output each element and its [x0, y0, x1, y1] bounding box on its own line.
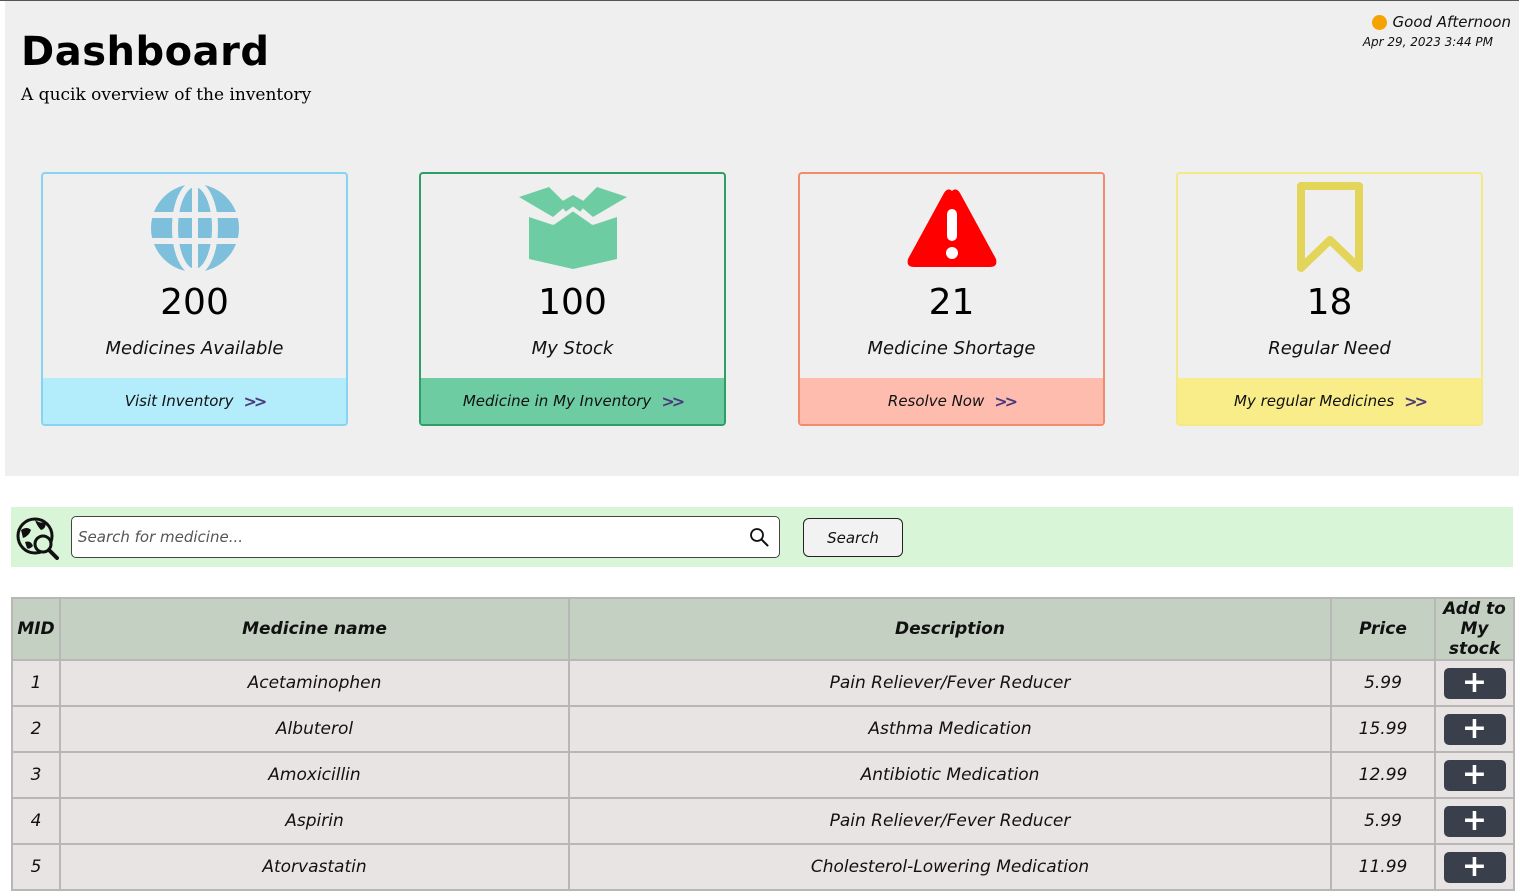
column-header-price: Price — [1330, 597, 1436, 661]
medicine-in-my-inventory-link[interactable]: Medicine in My Inventory >> — [421, 378, 724, 424]
cell-mid: 2 — [11, 705, 61, 753]
card-caption: Medicine Shortage — [867, 338, 1036, 359]
card-footer-label: Resolve Now — [887, 392, 985, 410]
table-row: 3 Amoxicillin Antibiotic Medication 12.9… — [11, 751, 1515, 799]
add-to-stock-button[interactable]: + — [1443, 667, 1506, 699]
cell-name: Amoxicillin — [59, 751, 570, 799]
box-icon — [518, 187, 627, 269]
dashboard-header: Dashboard A qucik overview of the invent… — [5, 1, 1519, 476]
column-header-add-line1: Add to — [1443, 599, 1506, 619]
medicine-table: MID Medicine name Description Price Add … — [11, 597, 1515, 891]
card-footer-label: Medicine in My Inventory — [462, 392, 652, 410]
cell-price: 5.99 — [1330, 797, 1436, 845]
current-datetime: Apr 29, 2023 3:44 PM — [1362, 35, 1493, 49]
card-caption: Regular Need — [1268, 338, 1391, 359]
card-count: 21 — [928, 282, 975, 323]
double-chevron-right-icon: >> — [243, 391, 267, 411]
page-title: Dashboard — [21, 29, 270, 75]
card-footer-label: Visit Inventory — [124, 392, 234, 410]
search-input[interactable] — [78, 517, 738, 557]
table-row: 1 Acetaminophen Pain Reliever/Fever Redu… — [11, 659, 1515, 707]
table-row: 5 Atorvastatin Cholesterol-Lowering Medi… — [11, 843, 1515, 891]
card-my-stock: 100 My Stock Medicine in My Inventory >> — [419, 172, 726, 426]
card-regular-need: 18 Regular Need My regular Medicines >> — [1176, 172, 1483, 426]
cell-mid: 4 — [11, 797, 61, 845]
card-count: 18 — [1306, 282, 1353, 323]
page-subtitle: A qucik overview of the inventory — [21, 85, 312, 105]
cell-price: 11.99 — [1330, 843, 1436, 891]
greeting-text: Good Afternoon — [1392, 13, 1511, 31]
my-regular-medicines-link[interactable]: My regular Medicines >> — [1178, 378, 1481, 424]
table-row: 2 Albuterol Asthma Medication 15.99 + — [11, 705, 1515, 753]
card-caption: My Stock — [531, 338, 614, 359]
cell-description: Pain Reliever/Fever Reducer — [568, 797, 1332, 845]
add-to-stock-button[interactable]: + — [1443, 805, 1506, 837]
double-chevron-right-icon: >> — [661, 391, 685, 411]
card-caption: Medicines Available — [105, 338, 284, 359]
cell-description: Antibiotic Medication — [568, 751, 1332, 799]
card-medicines-available: 200 Medicines Available Visit Inventory … — [41, 172, 348, 426]
cell-add: + — [1434, 843, 1515, 891]
visit-inventory-link[interactable]: Visit Inventory >> — [43, 378, 346, 424]
card-medicine-shortage: 21 Medicine Shortage Resolve Now >> — [798, 172, 1105, 426]
cell-name: Acetaminophen — [59, 659, 570, 707]
bookmark-icon — [1296, 182, 1363, 272]
cell-price: 12.99 — [1330, 751, 1436, 799]
cell-description: Asthma Medication — [568, 705, 1332, 753]
warning-icon — [907, 189, 996, 267]
table-row: 4 Aspirin Pain Reliever/Fever Reducer 5.… — [11, 797, 1515, 845]
column-header-mid: MID — [11, 597, 61, 661]
globe-icon — [149, 183, 240, 273]
search-button[interactable]: Search — [803, 518, 903, 557]
search-field — [71, 516, 780, 558]
resolve-now-link[interactable]: Resolve Now >> — [800, 378, 1103, 424]
cell-name: Aspirin — [59, 797, 570, 845]
cell-mid: 1 — [11, 659, 61, 707]
cell-add: + — [1434, 705, 1515, 753]
column-header-add: Add to My stock — [1434, 597, 1515, 661]
cell-description: Pain Reliever/Fever Reducer — [568, 659, 1332, 707]
search-icon[interactable] — [749, 527, 769, 547]
add-to-stock-button[interactable]: + — [1443, 759, 1506, 791]
double-chevron-right-icon: >> — [994, 391, 1018, 411]
add-to-stock-button[interactable]: + — [1443, 713, 1506, 745]
cell-price: 5.99 — [1330, 659, 1436, 707]
cell-add: + — [1434, 797, 1515, 845]
sun-icon — [1371, 14, 1387, 30]
card-footer-label: My regular Medicines — [1234, 392, 1395, 410]
cell-name: Atorvastatin — [59, 843, 570, 891]
cell-name: Albuterol — [59, 705, 570, 753]
double-chevron-right-icon: >> — [1404, 391, 1428, 411]
cell-add: + — [1434, 751, 1515, 799]
cell-add: + — [1434, 659, 1515, 707]
globe-search-icon — [16, 517, 59, 560]
card-count: 100 — [538, 282, 607, 323]
cell-mid: 3 — [11, 751, 61, 799]
column-header-add-line2: My stock — [1448, 619, 1501, 659]
table-header-row: MID Medicine name Description Price Add … — [11, 597, 1515, 661]
column-header-name: Medicine name — [59, 597, 570, 661]
search-bar: Search — [11, 507, 1513, 567]
cell-description: Cholesterol-Lowering Medication — [568, 843, 1332, 891]
column-header-description: Description — [568, 597, 1332, 661]
cell-mid: 5 — [11, 843, 61, 891]
card-count: 200 — [160, 282, 229, 323]
cell-price: 15.99 — [1330, 705, 1436, 753]
greeting-block: Good Afternoon Apr 29, 2023 3:44 PM — [1363, 13, 1511, 49]
add-to-stock-button[interactable]: + — [1443, 851, 1506, 883]
